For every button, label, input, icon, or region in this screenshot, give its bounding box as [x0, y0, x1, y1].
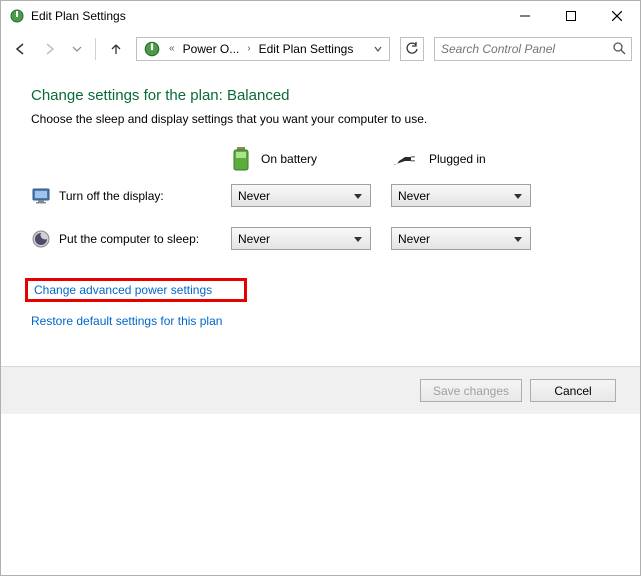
column-header-plugged: Plugged in [391, 146, 551, 172]
recent-dropdown[interactable] [65, 37, 89, 61]
cancel-button[interactable]: Cancel [530, 379, 616, 402]
back-button[interactable] [9, 37, 33, 61]
restore-defaults-link[interactable]: Restore default settings for this plan [31, 314, 222, 328]
search-icon[interactable] [607, 42, 631, 55]
highlight-box: Change advanced power settings [25, 278, 247, 302]
setting-label-sleep: Put the computer to sleep: [59, 232, 199, 246]
sleep-icon [31, 229, 51, 249]
minimize-button[interactable] [502, 1, 548, 31]
page-subtext: Choose the sleep and display settings th… [31, 112, 640, 126]
up-button[interactable] [106, 39, 126, 59]
nav-toolbar: « Power O... › Edit Plan Settings [1, 31, 640, 67]
display-icon [31, 186, 51, 206]
titlebar: Edit Plan Settings [1, 1, 640, 31]
advanced-settings-link[interactable]: Change advanced power settings [28, 283, 212, 297]
setting-row-sleep: Put the computer to sleep: Never Never [31, 227, 640, 250]
breadcrumb-seg-2[interactable]: Edit Plan Settings [255, 42, 358, 56]
app-icon [9, 8, 25, 24]
search-input[interactable] [435, 42, 607, 56]
forward-button[interactable] [37, 37, 61, 61]
content-area: Change settings for the plan: Balanced C… [1, 67, 640, 328]
column-label-plugged: Plugged in [429, 152, 486, 166]
footer-bar: Save changes Cancel [1, 366, 640, 414]
sleep-plugged-dropdown[interactable]: Never [391, 227, 531, 250]
plug-icon [391, 149, 419, 169]
empty-area [1, 414, 640, 575]
breadcrumb-back-icon[interactable]: « [165, 43, 179, 54]
breadcrumb-seg-1[interactable]: Power O... [179, 42, 244, 56]
search-box[interactable] [434, 37, 632, 61]
setting-row-display: Turn off the display: Never Never [31, 184, 640, 207]
window-title: Edit Plan Settings [31, 9, 502, 23]
column-header-battery: On battery [231, 146, 391, 172]
display-plugged-dropdown[interactable]: Never [391, 184, 531, 207]
address-dropdown-icon[interactable] [369, 45, 387, 53]
battery-icon [231, 146, 251, 172]
address-bar[interactable]: « Power O... › Edit Plan Settings [136, 37, 390, 61]
close-button[interactable] [594, 1, 640, 31]
sleep-battery-dropdown[interactable]: Never [231, 227, 371, 250]
chevron-right-icon[interactable]: › [243, 43, 254, 54]
page-heading: Change settings for the plan: Balanced [31, 87, 640, 104]
column-label-battery: On battery [261, 152, 317, 166]
save-button[interactable]: Save changes [420, 379, 522, 402]
setting-label-display: Turn off the display: [59, 189, 164, 203]
address-icon [143, 40, 161, 58]
maximize-button[interactable] [548, 1, 594, 31]
display-battery-dropdown[interactable]: Never [231, 184, 371, 207]
refresh-button[interactable] [400, 37, 424, 61]
